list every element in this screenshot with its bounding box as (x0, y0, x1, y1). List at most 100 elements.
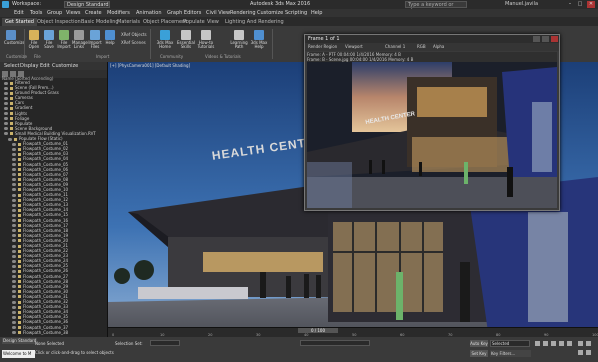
visibility-icon[interactable] (12, 275, 16, 279)
play-icon[interactable] (551, 341, 556, 346)
3ds-max-help-button[interactable]: 3ds Max Help (250, 30, 268, 49)
visibility-icon[interactable] (12, 219, 16, 223)
menu-help[interactable]: Help (311, 9, 322, 17)
go-to-start-icon[interactable] (535, 341, 540, 346)
go-to-end-icon[interactable] (567, 341, 572, 346)
3ds-max-home-button[interactable]: 3ds Max Home (155, 30, 175, 49)
frame-close-button[interactable] (551, 36, 558, 42)
menu-graph-editors[interactable]: Graph Editors (167, 9, 201, 17)
menu-group[interactable]: Group (47, 9, 62, 17)
visibility-icon[interactable] (12, 320, 16, 324)
visibility-icon[interactable] (12, 203, 16, 207)
auto-key-button[interactable]: Auto Key (470, 340, 488, 347)
tab-customize[interactable]: Customize (52, 62, 78, 70)
maximize-viewport-icon[interactable] (586, 350, 591, 355)
visibility-icon[interactable] (12, 326, 16, 329)
import-files-button[interactable]: Import Files (88, 30, 102, 49)
visibility-icon[interactable] (12, 147, 16, 151)
visibility-icon[interactable] (12, 224, 16, 228)
visibility-icon[interactable] (12, 300, 16, 304)
tab-display[interactable]: Display (20, 62, 38, 70)
coordinate-fields[interactable] (300, 340, 370, 346)
minimize-button[interactable]: – (566, 1, 574, 8)
tab-get-started[interactable]: Get Started (2, 18, 37, 26)
set-key-button[interactable]: Set Key (470, 350, 488, 357)
learning-path-button[interactable]: Learning Path (230, 30, 248, 49)
menu-modifiers[interactable]: Modifiers (107, 9, 130, 17)
visibility-icon[interactable] (4, 81, 8, 85)
workspace-dropdown[interactable]: Design Standard (64, 1, 110, 8)
tab-edit[interactable]: Edit (40, 62, 50, 70)
render-region-dropdown[interactable]: Render Region (308, 44, 337, 49)
menu-views[interactable]: Views (66, 9, 80, 17)
tab-view[interactable]: View (204, 18, 222, 26)
visibility-icon[interactable] (12, 234, 16, 238)
customize-button[interactable]: Customize (4, 30, 25, 45)
xref-scenes-button[interactable]: XRef Scenes (121, 40, 146, 45)
visibility-icon[interactable] (12, 259, 16, 263)
file-import-button[interactable]: File Import (57, 30, 71, 49)
visibility-icon[interactable] (12, 198, 16, 202)
frame-maximize-button[interactable] (542, 36, 549, 42)
visibility-icon[interactable] (8, 137, 12, 141)
zoom-icon[interactable] (578, 341, 583, 346)
visibility-icon[interactable] (12, 254, 16, 258)
how-to-tutorials-button[interactable]: How-to Tutorials (197, 30, 215, 49)
orbit-icon[interactable] (578, 350, 583, 355)
menu-animation[interactable]: Animation (136, 9, 162, 17)
viewport-label[interactable]: [+] [PhysCamera001] [Default Shading] (110, 63, 190, 68)
visibility-icon[interactable] (12, 315, 16, 319)
menu-civil-view[interactable]: Civil View (206, 9, 230, 17)
user-account[interactable]: Manuel.javila (505, 1, 538, 8)
help-button[interactable]: Help (103, 30, 117, 45)
menu-edit[interactable]: Edit (14, 9, 24, 17)
visibility-icon[interactable] (12, 142, 16, 146)
visibility-icon[interactable] (12, 285, 16, 289)
selection-set-input[interactable] (150, 340, 180, 346)
visibility-icon[interactable] (12, 239, 16, 243)
visibility-icon[interactable] (4, 86, 8, 90)
maximize-button[interactable]: □ (576, 1, 584, 8)
key-mode-dropdown[interactable]: Selected (490, 340, 530, 347)
channel-dropdown[interactable]: Channel 1 (385, 44, 405, 49)
visibility-icon[interactable] (4, 112, 8, 116)
tab-lighting-rendering[interactable]: Lighting And Rendering (222, 18, 287, 26)
visibility-icon[interactable] (12, 310, 16, 314)
visibility-icon[interactable] (12, 163, 16, 166)
visibility-icon[interactable] (12, 183, 16, 187)
visibility-icon[interactable] (12, 188, 16, 192)
viewport-dropdown[interactable]: Viewport (345, 44, 363, 49)
visibility-icon[interactable] (4, 96, 8, 100)
visibility-icon[interactable] (4, 127, 8, 131)
rgb-toggle[interactable]: RGB (417, 44, 426, 49)
visibility-icon[interactable] (4, 122, 8, 126)
essential-skills-button[interactable]: Essential Skills (177, 30, 195, 49)
menu-customize[interactable]: Customize (257, 9, 283, 17)
frame-window-titlebar[interactable]: Frame 1 of 1 (305, 35, 559, 43)
visibility-icon[interactable] (12, 178, 16, 182)
visibility-icon[interactable] (12, 280, 16, 284)
workspace-status[interactable]: Design Standard (2, 338, 37, 344)
visibility-icon[interactable] (12, 173, 16, 177)
visibility-icon[interactable] (12, 264, 16, 268)
tab-object-inspection[interactable]: Object Inspection (34, 18, 84, 26)
visibility-icon[interactable] (12, 213, 16, 217)
menu-create[interactable]: Create (85, 9, 102, 17)
visibility-icon[interactable] (12, 244, 16, 248)
visibility-icon[interactable] (4, 106, 8, 110)
alpha-toggle[interactable]: Alpha (433, 44, 444, 49)
visibility-icon[interactable] (12, 157, 16, 161)
manage-links-button[interactable]: Manage Links (72, 30, 88, 49)
previous-frame-icon[interactable] (543, 341, 548, 346)
visibility-icon[interactable] (12, 290, 16, 294)
next-frame-icon[interactable] (559, 341, 564, 346)
menu-scripting[interactable]: Scripting (285, 9, 307, 17)
tab-select[interactable]: Select (4, 62, 19, 70)
visibility-icon[interactable] (4, 91, 8, 95)
visibility-icon[interactable] (12, 152, 16, 156)
close-button[interactable]: ✕ (587, 1, 595, 8)
search-input[interactable]: Type a keyword or phrase (405, 1, 467, 14)
scene-list[interactable]: Filtered Scene (Fall Prem...) Ground Produ… (0, 80, 107, 335)
visibility-icon[interactable] (12, 193, 16, 197)
xref-objects-button[interactable]: XRef Objects (121, 32, 147, 37)
